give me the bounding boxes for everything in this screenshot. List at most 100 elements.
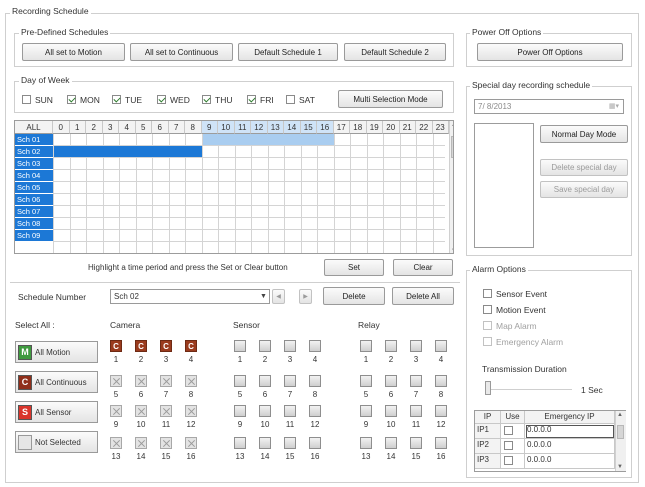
camera-channel-3-toggle[interactable]: C [160,340,172,352]
hour-header-12[interactable]: 12 [251,121,268,134]
ip-use-checkbox[interactable] [504,426,513,435]
spin-left-button[interactable]: ◀ [272,289,285,304]
camera-channel-5-toggle[interactable] [110,375,122,387]
hour-header-3[interactable]: 3 [102,121,119,134]
hour-header-6[interactable]: 6 [152,121,169,134]
hour-header-10[interactable]: 10 [218,121,235,134]
emergency-ip-field[interactable]: 0.0.0.0 [525,439,615,454]
hour-header-8[interactable]: 8 [185,121,202,134]
camera-channel-14-toggle[interactable] [135,437,147,449]
day-checkbox-sat[interactable] [286,95,295,104]
camera-channel-15-toggle[interactable] [160,437,172,449]
delete-all-button[interactable]: Delete All [392,287,454,305]
relay-channel-4-toggle[interactable] [435,340,447,352]
schedule-fill-sch-01[interactable] [202,134,334,145]
select-all-all-motion-button[interactable]: M All Motion [15,341,98,363]
sensor-channel-5-toggle[interactable] [234,375,246,387]
schedule-row-label[interactable]: Sch 04 [15,170,53,182]
hour-header-16[interactable]: 16 [317,121,334,134]
camera-channel-4-toggle[interactable]: C [185,340,197,352]
delete-special-day-button[interactable]: Delete special day [540,159,628,176]
transmission-slider-thumb[interactable] [485,381,491,395]
hour-header-4[interactable]: 4 [119,121,136,134]
hour-header-2[interactable]: 2 [86,121,103,134]
schedule-row-label[interactable]: Sch 05 [15,182,53,194]
camera-channel-1-toggle[interactable]: C [110,340,122,352]
relay-channel-10-toggle[interactable] [385,405,397,417]
hour-header-5[interactable]: 5 [135,121,152,134]
hour-header-17[interactable]: 17 [333,121,350,134]
relay-channel-7-toggle[interactable] [410,375,422,387]
sensor-channel-15-toggle[interactable] [284,437,296,449]
schedule-row-label[interactable]: Sch 09 [15,230,53,242]
day-checkbox-thu[interactable] [202,95,211,104]
hour-header-21[interactable]: 21 [399,121,416,134]
alarm-checkbox-map-alarm[interactable] [483,321,492,330]
relay-channel-16-toggle[interactable] [435,437,447,449]
schedule-row-label[interactable]: Sch 01 [15,134,53,146]
relay-channel-9-toggle[interactable] [360,405,372,417]
hour-header-11[interactable]: 11 [234,121,251,134]
default-schedule-2-button[interactable]: Default Schedule 2 [344,43,446,61]
day-checkbox-wed[interactable] [157,95,166,104]
camera-channel-6-toggle[interactable] [135,375,147,387]
day-checkbox-sun[interactable] [22,95,31,104]
all-continuous-button[interactable]: All set to Continuous [130,43,233,61]
camera-channel-13-toggle[interactable] [110,437,122,449]
schedule-row-label[interactable]: Sch 07 [15,206,53,218]
relay-channel-15-toggle[interactable] [410,437,422,449]
scroll-up-icon[interactable]: ▲ [451,122,453,128]
relay-channel-3-toggle[interactable] [410,340,422,352]
sensor-channel-3-toggle[interactable] [284,340,296,352]
relay-channel-12-toggle[interactable] [435,405,447,417]
camera-channel-10-toggle[interactable] [135,405,147,417]
hour-header-0[interactable]: 0 [53,121,70,134]
sensor-channel-13-toggle[interactable] [234,437,246,449]
normal-day-mode-button[interactable]: Normal Day Mode [540,125,628,143]
relay-channel-11-toggle[interactable] [410,405,422,417]
transmission-slider-track[interactable] [487,389,572,390]
day-checkbox-tue[interactable] [112,95,121,104]
alarm-checkbox-sensor-event[interactable] [483,289,492,298]
sensor-channel-6-toggle[interactable] [259,375,271,387]
alarm-checkbox-motion-event[interactable] [483,305,492,314]
hour-header-18[interactable]: 18 [350,121,367,134]
ip-use-checkbox[interactable] [504,441,513,450]
hour-header-15[interactable]: 15 [300,121,317,134]
default-schedule-1-button[interactable]: Default Schedule 1 [238,43,338,61]
schedule-fill-sch-02[interactable] [54,146,202,157]
multi-selection-mode-button[interactable]: Multi Selection Mode [338,90,443,108]
sensor-channel-14-toggle[interactable] [259,437,271,449]
camera-channel-16-toggle[interactable] [185,437,197,449]
camera-channel-2-toggle[interactable]: C [135,340,147,352]
special-day-date-picker[interactable]: 7/ 8/2013 ▦▾ [474,99,624,114]
spin-right-button[interactable]: ▶ [299,289,312,304]
hour-header-19[interactable]: 19 [366,121,383,134]
day-checkbox-fri[interactable] [247,95,256,104]
all-motion-button[interactable]: All set to Motion [22,43,125,61]
hour-header-14[interactable]: 14 [284,121,301,134]
sensor-channel-10-toggle[interactable] [259,405,271,417]
sensor-channel-9-toggle[interactable] [234,405,246,417]
sensor-channel-11-toggle[interactable] [284,405,296,417]
emergency-ip-table[interactable]: IP Use Emergency IP IP1 0.0.0.0 IP2 0.0.0.0 IP3… [474,410,626,472]
ip-use-checkbox[interactable] [504,456,513,465]
camera-channel-7-toggle[interactable] [160,375,172,387]
alarm-checkbox-emergency-alarm[interactable] [483,337,492,346]
select-all-all-continuous-button[interactable]: C All Continuous [15,371,98,393]
scroll-down-icon[interactable]: ▼ [617,464,623,470]
ip-scroll-thumb[interactable] [617,425,624,439]
sensor-channel-12-toggle[interactable] [309,405,321,417]
camera-channel-11-toggle[interactable] [160,405,172,417]
camera-channel-9-toggle[interactable] [110,405,122,417]
emergency-ip-field[interactable]: 0.0.0.0 [525,454,615,469]
relay-channel-8-toggle[interactable] [435,375,447,387]
relay-channel-2-toggle[interactable] [385,340,397,352]
schedule-number-select[interactable]: Sch 02 ▼ [110,289,270,304]
relay-channel-5-toggle[interactable] [360,375,372,387]
relay-channel-14-toggle[interactable] [385,437,397,449]
delete-button[interactable]: Delete [323,287,385,305]
hour-header-20[interactable]: 20 [383,121,400,134]
sensor-channel-2-toggle[interactable] [259,340,271,352]
sensor-channel-16-toggle[interactable] [309,437,321,449]
